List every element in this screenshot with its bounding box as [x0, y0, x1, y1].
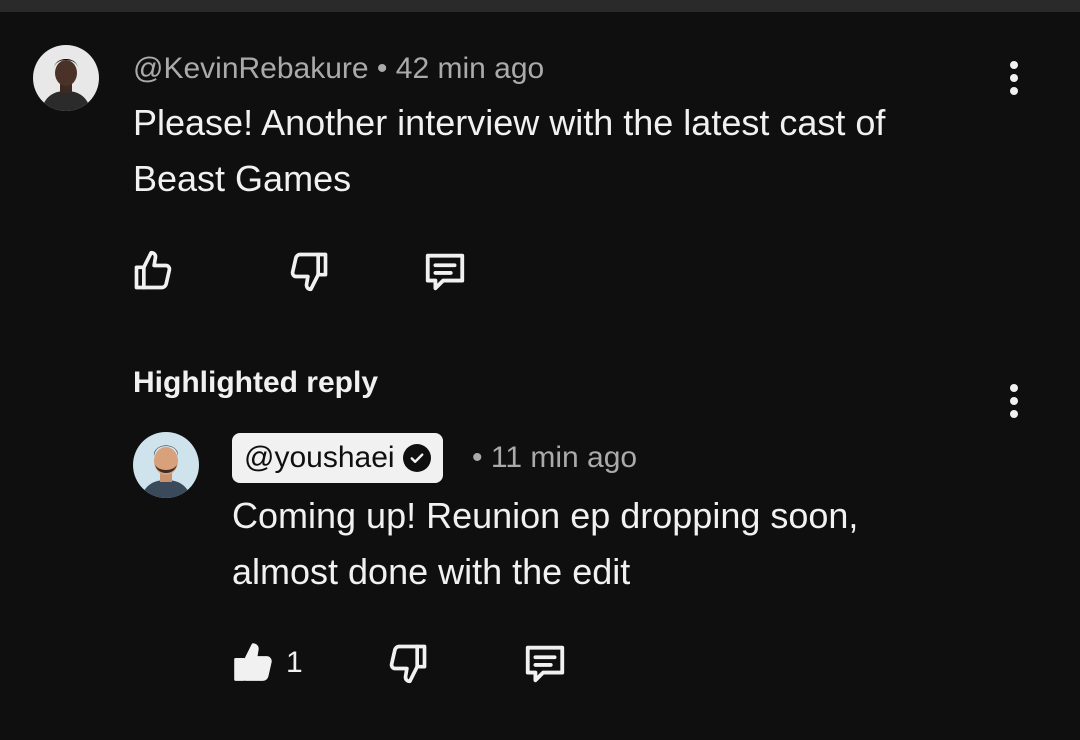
- reply-avatar[interactable]: [133, 432, 199, 498]
- reply-time[interactable]: 11 min ago: [491, 441, 637, 474]
- reply-dislike-button[interactable]: [383, 638, 433, 688]
- reply-text-line: Coming up! Reunion ep dropping soon,: [232, 495, 859, 536]
- comment-text-line: Please! Another interview with the lates…: [133, 102, 886, 143]
- verified-check-icon: [402, 444, 431, 472]
- reply-meta: • 11 min ago: [472, 441, 637, 475]
- comment-author[interactable]: @KevinRebakure: [133, 52, 369, 85]
- reply-author-chip[interactable]: @youshaei: [232, 433, 443, 483]
- meta-separator: •: [376, 52, 388, 85]
- highlighted-reply-label: Highlighted reply: [133, 366, 379, 399]
- commenter-avatar[interactable]: [33, 45, 99, 111]
- top-divider: [0, 0, 1080, 12]
- reply-button[interactable]: [419, 246, 471, 296]
- reply-like-count: 1: [286, 646, 303, 679]
- meta-separator: •: [472, 441, 483, 474]
- thumbs-down-outline-icon: [290, 252, 328, 292]
- comment-text: Please! Another interview with the lates…: [133, 95, 885, 207]
- comment-meta: @KevinRebakure • 42 min ago: [133, 52, 544, 86]
- comment-time[interactable]: 42 min ago: [396, 52, 544, 85]
- comments-panel: @KevinRebakure • 42 min ago Please! Anot…: [0, 0, 1080, 740]
- reply-reply-button[interactable]: [519, 638, 571, 688]
- reply-bubble-icon: [425, 253, 465, 291]
- comment-text-line: Beast Games: [133, 158, 352, 199]
- reply-like-button[interactable]: [228, 638, 278, 688]
- thumbs-up-filled-icon: [234, 643, 272, 681]
- dislike-button[interactable]: [284, 246, 334, 296]
- more-vert-icon[interactable]: [994, 53, 1034, 103]
- reply-author: @youshaei: [244, 441, 395, 474]
- more-vert-icon[interactable]: [994, 376, 1034, 426]
- reply-text-line: almost done with the edit: [232, 551, 631, 592]
- reply-bubble-icon: [525, 645, 565, 683]
- like-button[interactable]: [128, 246, 178, 296]
- thumbs-down-outline-icon: [389, 644, 427, 684]
- thumbs-up-outline-icon: [134, 250, 172, 290]
- reply-text: Coming up! Reunion ep dropping soon, alm…: [232, 488, 858, 600]
